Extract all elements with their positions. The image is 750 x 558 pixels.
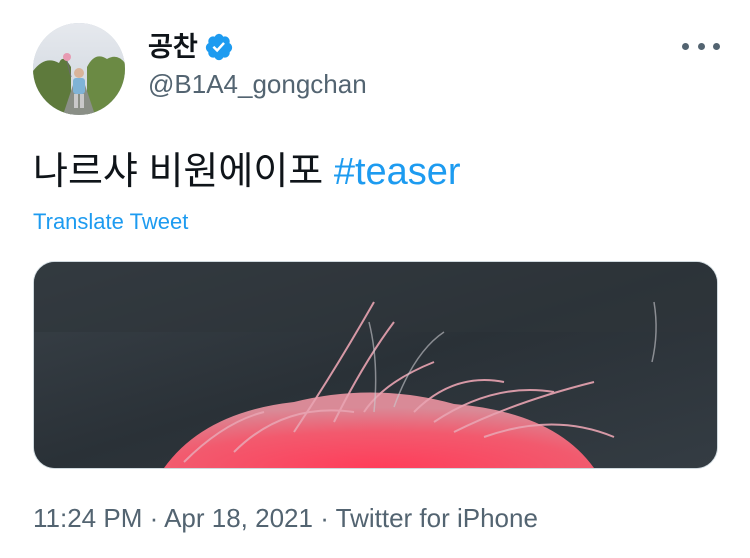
verified-badge-icon — [204, 32, 234, 62]
translate-tweet-link[interactable]: Translate Tweet — [33, 208, 188, 236]
avatar-photo — [33, 23, 125, 115]
hashtag-link[interactable]: #teaser — [334, 151, 461, 193]
tweet-media[interactable] — [33, 261, 718, 469]
more-dot — [682, 42, 689, 50]
tweet-date[interactable]: Apr 18, 2021 — [164, 503, 313, 533]
author-handle[interactable]: @B1A4_gongchan — [148, 68, 367, 100]
tweet-card: 공찬 @B1A4_gongchan 나르샤 비원에이포 #teaser Tran… — [0, 0, 750, 558]
meta-separator: · — [149, 503, 159, 533]
tweet-time[interactable]: 11:24 PM — [33, 503, 142, 533]
tweet-meta: 11:24 PM · Apr 18, 2021 · Twitter for iP… — [33, 502, 538, 534]
meta-separator: · — [320, 503, 329, 533]
more-dot — [697, 42, 705, 50]
author-name-row: 공찬 — [148, 30, 234, 64]
tweet-source: Twitter for iPhone — [335, 503, 538, 533]
tweet-text: 나르샤 비원에이포 #teaser — [33, 148, 461, 196]
more-options-icon[interactable] — [682, 36, 720, 56]
author-display-name[interactable]: 공찬 — [148, 30, 198, 64]
more-dot — [713, 42, 720, 50]
teaser-photo-pink-hair — [34, 262, 717, 468]
author-avatar[interactable] — [33, 23, 125, 115]
tweet-body: 나르샤 비원에이포 — [33, 151, 324, 193]
